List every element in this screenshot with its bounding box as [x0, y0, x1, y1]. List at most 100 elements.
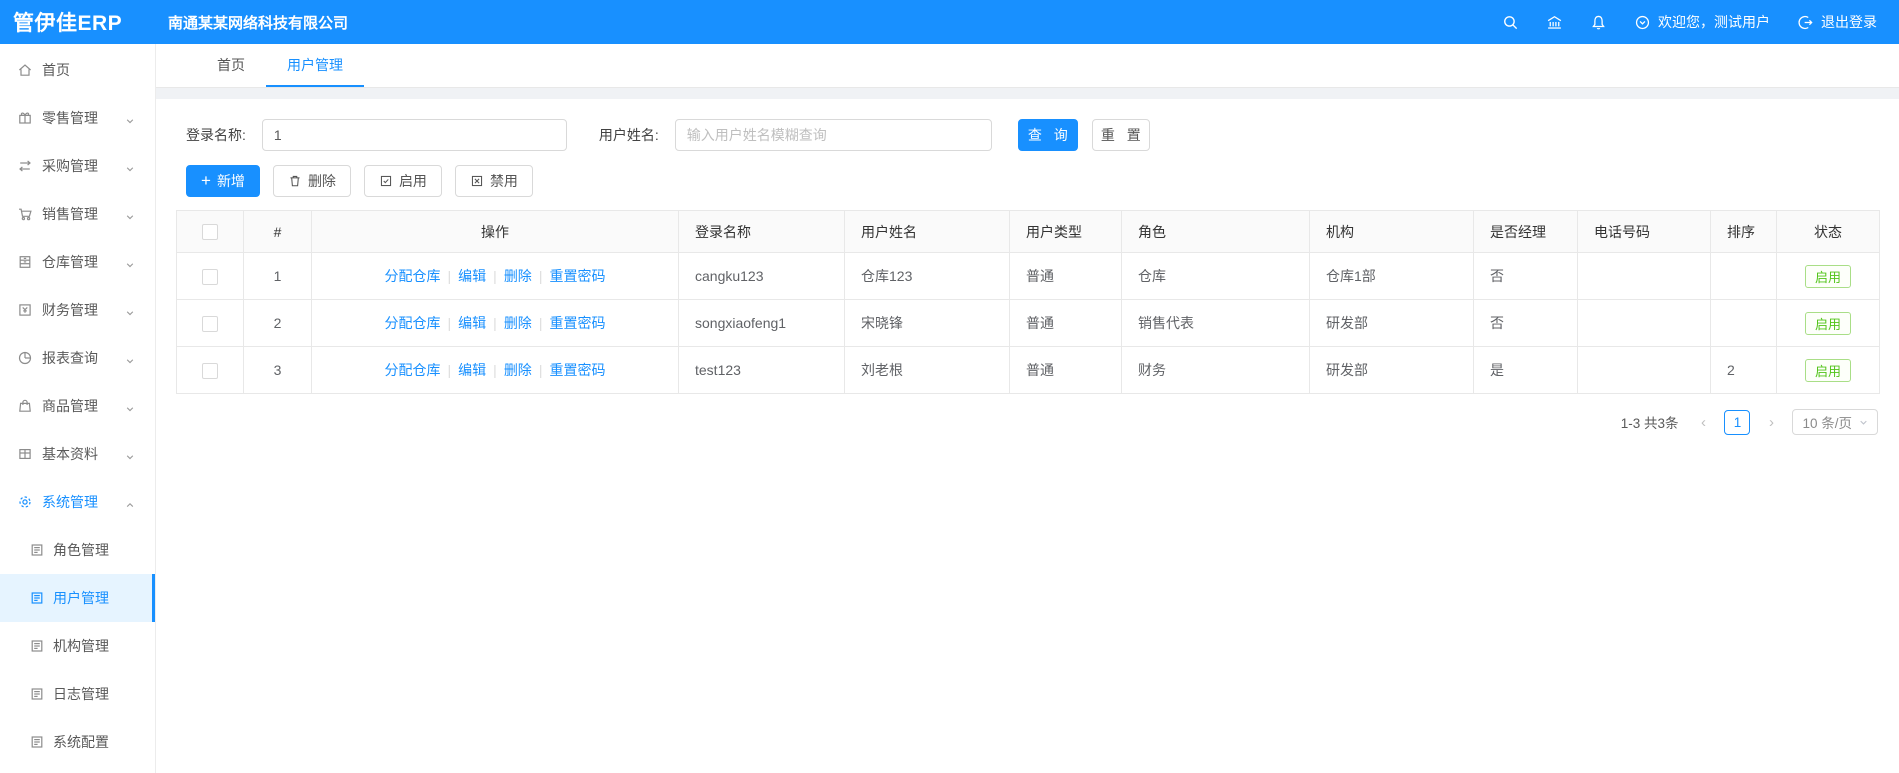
query-button[interactable]: 查 询	[1017, 119, 1078, 151]
sidebar-item-log-mgmt[interactable]: 日志管理	[0, 670, 155, 718]
doc-icon	[29, 686, 44, 702]
reset-password-link[interactable]: 重置密码	[549, 315, 605, 331]
assign-warehouse-link[interactable]: 分配仓库	[385, 315, 441, 331]
sidebar-item-reports[interactable]: 报表查询	[0, 334, 155, 382]
sidebar-item-label: 系统配置	[53, 734, 109, 750]
sidebar-item-purchase[interactable]: 采购管理	[0, 142, 155, 190]
sidebar-item-org-mgmt[interactable]: 机构管理	[0, 622, 155, 670]
chevron-down-icon	[125, 353, 135, 364]
sidebar-item-warehouse[interactable]: 仓库管理	[0, 238, 155, 286]
login-name-input[interactable]	[261, 119, 567, 151]
reset-password-link[interactable]: 重置密码	[549, 362, 605, 378]
product-bag-icon	[17, 398, 33, 414]
sidebar-item-label: 财务管理	[42, 302, 98, 318]
cell-user-name: 宋晓锋	[844, 299, 1010, 347]
tab-home[interactable]: 首页	[196, 44, 266, 87]
user-menu[interactable]: 欢迎您，测试用户	[1634, 12, 1770, 32]
sidebar-item-role-mgmt[interactable]: 角色管理	[0, 526, 155, 574]
header-actions: 欢迎您，测试用户 退出登录	[1502, 12, 1899, 32]
gear-icon	[17, 494, 33, 510]
disable-button[interactable]: 禁用	[454, 165, 533, 197]
status-badge: 启用	[1804, 358, 1851, 382]
app-root: 管伊佳ERP 南通某某网络科技有限公司 欢迎您，测试用户 退出登录 首页 零售管…	[0, 0, 1899, 773]
sidebar-item-label: 首页	[42, 62, 70, 78]
logout-button[interactable]: 退出登录	[1797, 12, 1877, 32]
sidebar-item-sales[interactable]: 销售管理	[0, 190, 155, 238]
chevron-down-icon	[1859, 418, 1868, 427]
page-size-select[interactable]: 10 条/页	[1792, 409, 1878, 435]
sidebar-item-system[interactable]: 系统管理	[0, 478, 155, 526]
reset-button[interactable]: 重 置	[1091, 119, 1150, 151]
sidebar-item-label: 日志管理	[53, 686, 109, 702]
col-user-name: 用户姓名	[844, 210, 1010, 253]
next-page-button[interactable]: ›	[1759, 410, 1783, 434]
cell-role: 仓库	[1121, 252, 1310, 300]
tab-label: 用户管理	[287, 56, 343, 73]
cell-phone	[1577, 252, 1711, 300]
sidebar-item-label: 仓库管理	[42, 254, 98, 270]
sidebar-item-user-mgmt[interactable]: 用户管理	[0, 574, 155, 622]
edit-link[interactable]: 编辑	[458, 362, 486, 378]
bell-icon[interactable]	[1590, 14, 1607, 31]
sidebar-item-retail[interactable]: 零售管理	[0, 94, 155, 142]
cell-user-type: 普通	[1009, 346, 1122, 394]
delete-link[interactable]: 删除	[504, 362, 532, 378]
down-circle-icon	[1634, 14, 1651, 31]
delete-link[interactable]: 删除	[504, 268, 532, 284]
cell-index: 3	[243, 346, 312, 394]
tab-user-mgmt[interactable]: 用户管理	[266, 44, 364, 87]
table-toolbar: + 新增 删除 启用 禁用	[186, 165, 1878, 197]
home-icon	[17, 62, 33, 78]
status-badge: 启用	[1804, 264, 1851, 288]
user-name-label: 用户姓名:	[598, 127, 659, 143]
cell-user-type: 普通	[1009, 252, 1122, 300]
cell-is-manager: 否	[1473, 299, 1578, 347]
delete-button[interactable]: 删除	[272, 165, 351, 197]
chevron-down-icon	[125, 305, 135, 316]
cell-org: 仓库1部	[1309, 252, 1474, 300]
sidebar-item-finance[interactable]: 财务管理	[0, 286, 155, 334]
sidebar-item-label: 销售管理	[42, 206, 98, 222]
cell-actions: 分配仓库 | 编辑 | 删除 | 重置密码	[311, 252, 679, 300]
col-org: 机构	[1309, 210, 1474, 253]
row-checkbox[interactable]	[202, 315, 218, 332]
plus-icon: +	[201, 170, 211, 190]
cell-is-manager: 否	[1473, 252, 1578, 300]
sidebar-item-sys-config[interactable]: 系统配置	[0, 718, 155, 766]
cell-user-name: 刘老根	[844, 346, 1010, 394]
sidebar-item-home[interactable]: 首页	[0, 46, 155, 94]
finance-icon	[17, 302, 33, 318]
divider-band	[156, 88, 1899, 99]
edit-link[interactable]: 编辑	[458, 315, 486, 331]
content-panel: 登录名称: 用户姓名: 查 询 重 置 + 新增 删除	[156, 99, 1899, 773]
row-checkbox[interactable]	[202, 268, 218, 285]
prev-page-button[interactable]: ‹	[1691, 410, 1715, 434]
cell-org: 研发部	[1309, 346, 1474, 394]
reset-password-link[interactable]: 重置密码	[549, 268, 605, 284]
bank-icon[interactable]	[1546, 14, 1563, 31]
user-name-input[interactable]	[674, 119, 992, 151]
sidebar-item-label: 用户管理	[53, 590, 109, 606]
chevron-up-icon	[125, 497, 135, 507]
sidebar-item-label: 报表查询	[42, 350, 98, 366]
sidebar-item-label: 角色管理	[53, 542, 109, 558]
select-all-checkbox[interactable]	[202, 224, 218, 241]
chevron-down-icon	[125, 401, 135, 412]
row-checkbox[interactable]	[202, 362, 218, 379]
chevron-down-icon	[125, 161, 135, 172]
assign-warehouse-link[interactable]: 分配仓库	[385, 268, 441, 284]
search-icon[interactable]	[1502, 14, 1519, 31]
col-is-manager: 是否经理	[1473, 210, 1578, 253]
add-button[interactable]: + 新增	[186, 165, 260, 197]
assign-warehouse-link[interactable]: 分配仓库	[385, 362, 441, 378]
delete-link[interactable]: 删除	[504, 315, 532, 331]
trash-icon	[288, 174, 302, 188]
col-role: 角色	[1121, 210, 1310, 253]
close-square-icon	[470, 174, 484, 188]
sidebar-item-basic-data[interactable]: 基本资料	[0, 430, 155, 478]
enable-button[interactable]: 启用	[363, 165, 442, 197]
sidebar-item-products[interactable]: 商品管理	[0, 382, 155, 430]
page-number-1[interactable]: 1	[1724, 409, 1751, 435]
edit-link[interactable]: 编辑	[458, 268, 486, 284]
cell-is-manager: 是	[1473, 346, 1578, 394]
